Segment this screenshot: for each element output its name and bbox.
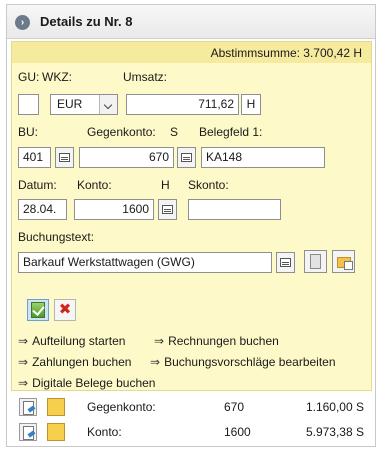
arrow-right-icon: ⇒ [150,355,161,369]
summary-row-label: Konto: [87,425,122,439]
umsatz-label: Umsatz: [123,70,168,84]
checkmark-icon [31,302,45,318]
belegfeld1-label: Belegfeld 1: [199,125,263,139]
buchungstext-field[interactable]: Barkauf Werkstattwagen (GWG) [18,252,272,273]
gegenkonto-label: Gegenkonto: [87,125,156,139]
link-aufteilung-starten[interactable]: ⇒ Aufteilung starten [18,334,125,348]
wkz-value: EUR [57,97,83,111]
link-rechnungen-buchen[interactable]: ⇒ Rechnungen buchen [154,334,279,348]
folder-icon[interactable] [47,423,65,441]
folder-edit-icon [337,257,353,270]
bu-field[interactable]: 401 [18,147,51,168]
gu-label: GU: [18,70,40,84]
details-header[interactable]: › Details zu Nr. 8 [7,5,375,39]
chevron-down-icon[interactable] [99,95,117,114]
summary-row-label: Gegenkonto: [87,400,156,414]
belegfeld1-field[interactable]: KA148 [201,147,325,168]
confirm-button[interactable] [27,299,49,321]
list-icon [181,153,192,162]
link-digitale-belege-buchen[interactable]: ⇒ Digitale Belege buchen [18,376,155,390]
link-zahlungen-buchen[interactable]: ⇒ Zahlungen buchen [18,355,131,369]
skonto-field[interactable] [188,199,281,220]
folder-icon[interactable] [47,398,65,416]
gu-field[interactable] [18,94,39,115]
buchungstext-label: Buchungstext: [18,230,95,244]
summary-row-amount: 5.973,38 S [305,425,364,439]
summary-row-amount: 1.160,00 S [305,400,364,414]
gegenkonto-field[interactable]: 670 [79,147,174,168]
edit-document-icon[interactable] [19,423,37,441]
beleg-folder-button[interactable] [332,250,355,273]
document-icon [310,254,321,269]
details-title: Details zu Nr. 8 [40,14,133,29]
bu-list-button[interactable] [55,147,74,168]
abstimmsumme-text: Abstimmsumme: 3.700,42 H [210,46,362,60]
summary-row-account: 670 [224,400,245,414]
haben-label: H [161,178,170,192]
arrow-right-icon: ⇒ [18,376,29,390]
details-panel: › Details zu Nr. 8 Abstimmsumme: 3.700,4… [6,4,376,447]
wkz-select[interactable]: EUR [50,94,118,115]
konto-field[interactable]: 1600 [74,199,154,220]
summary-row-konto: Konto: 1600 5.973,38 S [11,420,372,445]
wkz-label: WKZ: [42,70,72,84]
bu-label: BU: [18,125,39,139]
datum-field[interactable]: 28.04. [18,199,67,220]
soll-label: S [170,125,179,139]
skonto-label: Skonto: [188,178,229,192]
cancel-button[interactable]: ✖ [54,299,76,321]
summary-row-account: 1600 [224,425,251,439]
chevron-right-icon[interactable]: › [15,15,30,30]
summary-row-gegenkonto: Gegenkonto: 670 1.160,00 S [11,395,372,420]
umsatz-sh-field[interactable]: H [241,94,261,115]
list-icon [280,258,291,267]
summary-bar: Abstimmsumme: 3.700,42 H [12,42,371,63]
arrow-right-icon: ⇒ [18,334,29,348]
document-button[interactable] [304,250,327,273]
list-icon [59,153,70,162]
umsatz-field[interactable]: 711,62 [126,94,239,115]
booking-form: Abstimmsumme: 3.700,42 H GU: WKZ: Umsatz… [11,41,372,391]
konto-list-button[interactable] [158,199,177,220]
datum-label: Datum: [18,178,57,192]
arrow-right-icon: ⇒ [154,334,165,348]
buchungstext-list-button[interactable] [276,252,295,273]
edit-document-icon[interactable] [19,398,37,416]
konto-label: Konto: [77,178,112,192]
gegenkonto-list-button[interactable] [177,147,196,168]
list-icon [162,205,173,214]
link-buchungsvorschlaege-bearbeiten[interactable]: ⇒ Buchungsvorschläge bearbeiten [150,355,336,369]
arrow-right-icon: ⇒ [18,355,29,369]
